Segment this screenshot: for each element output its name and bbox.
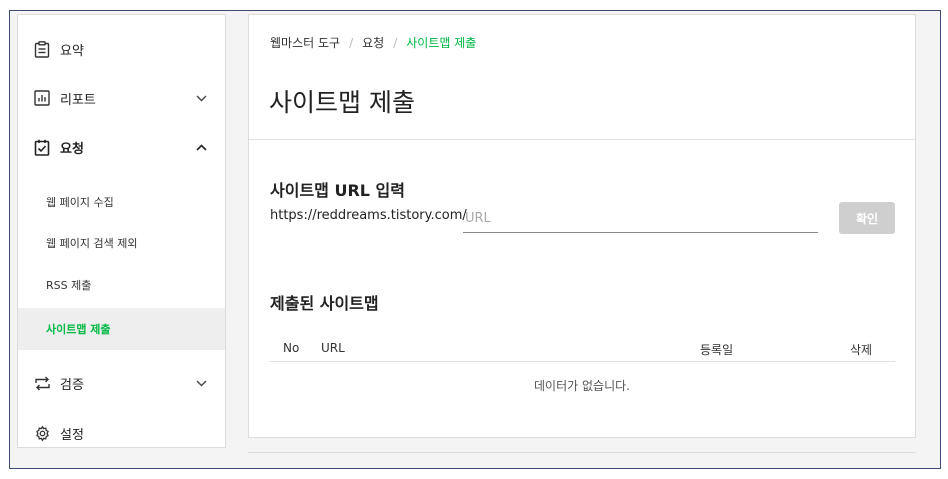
sidebar-subitem-label: 사이트맵 제출 [46, 323, 111, 336]
submitted-sitemaps-title: 제출된 사이트맵 [270, 294, 379, 313]
breadcrumb: 웹마스터 도구 / 요청 / 사이트맵 제출 [270, 34, 476, 51]
main-panel: 웹마스터 도구 / 요청 / 사이트맵 제출 사이트맵 제출 사이트맵 URL … [248, 14, 916, 438]
sitemap-url-input[interactable] [463, 204, 818, 233]
column-header-url: URL [321, 341, 345, 355]
page-title: 사이트맵 제출 [269, 88, 415, 117]
chevron-down-icon[interactable] [194, 376, 208, 390]
column-header-delete: 삭제 [850, 343, 873, 357]
breadcrumb-item-webmaster[interactable]: 웹마스터 도구 [270, 34, 340, 51]
gear-icon [33, 424, 51, 442]
sidebar-item-label: 요청 [60, 141, 84, 157]
divider [248, 452, 916, 453]
sidebar-subitem-label: RSS 제출 [46, 279, 92, 292]
confirm-button[interactable]: 확인 [839, 202, 895, 234]
sidebar-item-label: 검증 [60, 377, 84, 393]
breadcrumb-separator: / [393, 35, 398, 50]
column-header-date: 등록일 [700, 343, 734, 357]
sidebar-subitem-rss[interactable]: RSS 제출 [18, 265, 225, 305]
sidebar-item-label: 설정 [60, 427, 84, 443]
breadcrumb-item-request[interactable]: 요청 [362, 34, 384, 51]
column-header-no: No [283, 341, 300, 355]
bar-chart-icon [33, 89, 51, 107]
table-divider [269, 361, 895, 362]
sidebar-subitem-sitemap[interactable]: 사이트맵 제출 [18, 308, 225, 350]
chevron-up-icon[interactable] [194, 140, 208, 154]
breadcrumb-separator: / [349, 35, 354, 50]
empty-table-message: 데이터가 없습니다. [534, 379, 630, 393]
sidebar: 요약 리포트 요청 웹 페이지 수집 웹 페이지 검색 제외 RSS 제출 사이… [17, 14, 226, 448]
clipboard-icon [33, 40, 51, 58]
sitemap-url-section-title: 사이트맵 URL 입력 [270, 181, 405, 200]
url-prefix: https://reddreams.tistory.com/ [270, 208, 467, 223]
sidebar-item-summary[interactable]: 요약 [18, 36, 225, 62]
sidebar-item-label: 요약 [60, 43, 84, 59]
breadcrumb-item-current: 사이트맵 제출 [406, 36, 477, 50]
sidebar-item-verify[interactable]: 검증 [18, 370, 225, 396]
sidebar-subitem-label: 웹 페이지 검색 제외 [46, 237, 138, 250]
sidebar-subitem-exclude[interactable]: 웹 페이지 검색 제외 [18, 223, 225, 263]
sidebar-subitem-label: 웹 페이지 수집 [46, 196, 114, 209]
sidebar-subitem-crawl[interactable]: 웹 페이지 수집 [18, 182, 225, 222]
sidebar-item-settings[interactable]: 설정 [18, 420, 225, 446]
checklist-icon [33, 138, 51, 156]
divider [249, 139, 915, 140]
sidebar-item-label: 리포트 [60, 92, 96, 108]
sidebar-item-request[interactable]: 요청 [18, 134, 225, 160]
chevron-down-icon[interactable] [194, 91, 208, 105]
repeat-icon [33, 374, 51, 392]
sidebar-item-report[interactable]: 리포트 [18, 85, 225, 111]
